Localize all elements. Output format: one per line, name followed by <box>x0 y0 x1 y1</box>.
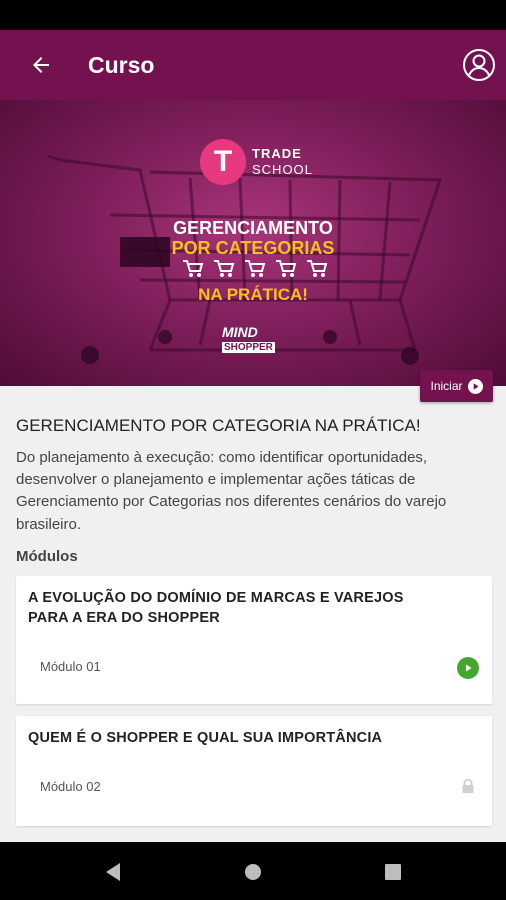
play-circle-icon <box>467 378 483 394</box>
status-bar <box>0 0 506 30</box>
user-circle-icon <box>463 49 495 81</box>
course-description: Do planejamento à execução: como identif… <box>16 449 447 533</box>
cart-icon <box>306 259 328 279</box>
nav-recents-button[interactable] <box>382 861 404 883</box>
lock-icon <box>462 778 474 793</box>
module-card-02[interactable]: QUEM É O SHOPPER E QUAL SUA IMPORTÂNCIA … <box>16 716 492 826</box>
cart-icon <box>182 259 204 279</box>
banner-headline-1: GERENCIAMENTO <box>173 218 333 238</box>
nav-back-button[interactable] <box>102 861 124 883</box>
app-bar: Curso <box>0 30 506 100</box>
banner-headline-2: POR CATEGORIAS <box>171 238 335 258</box>
trade-school-badge: T <box>200 139 246 185</box>
banner-headline-3: NA PRÁTICA! <box>198 285 308 304</box>
nav-back-icon <box>106 863 120 881</box>
module-number: Módulo 02 <box>40 779 101 794</box>
course-banner: T TRADE SCHOOL GERENCIAMENTO POR CATEGOR… <box>0 100 506 386</box>
system-nav-bar <box>0 842 506 900</box>
module-card-01[interactable]: A EVOLUÇÃO DO DOMÍNIO DE MARCAS E VAREJO… <box>16 576 492 704</box>
modules-heading: Módulos <box>16 548 78 565</box>
page-title: Curso <box>88 51 155 78</box>
profile-button[interactable] <box>462 48 496 82</box>
start-course-button[interactable]: Iniciar <box>420 370 493 402</box>
course-title: GERENCIAMENTO POR CATEGORIA NA PRÁTICA! <box>16 416 421 435</box>
cart-icon <box>244 259 266 279</box>
cart-icons-row <box>182 259 328 281</box>
module-play-button[interactable] <box>456 656 480 680</box>
start-button-label: Iniciar <box>430 379 463 393</box>
cart-icon <box>275 259 297 279</box>
cart-icon <box>213 259 235 279</box>
partner-logo-line2: SHOPPER <box>222 342 275 353</box>
module-number: Módulo 01 <box>40 659 101 674</box>
arrow-left-icon <box>33 57 49 73</box>
module-title: QUEM É O SHOPPER E QUAL SUA IMPORTÂNCIA <box>28 730 383 746</box>
nav-home-button[interactable] <box>242 861 264 883</box>
brand-line1: TRADE <box>252 146 302 161</box>
module-lock-status <box>456 774 480 798</box>
module-title: A EVOLUÇÃO DO DOMÍNIO DE MARCAS E VAREJO… <box>28 590 404 626</box>
play-icon <box>457 657 479 679</box>
partner-logo-line1: MIND <box>222 324 258 340</box>
nav-recents-icon <box>385 864 401 880</box>
back-button[interactable] <box>26 50 56 80</box>
nav-home-icon <box>245 864 261 880</box>
brand-line2: SCHOOL <box>252 162 313 177</box>
